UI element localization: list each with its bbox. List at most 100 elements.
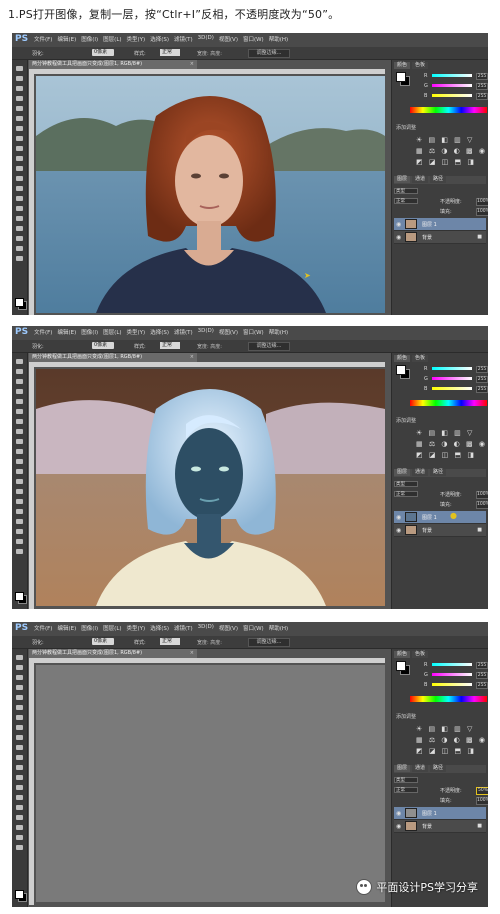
opacity-input[interactable]: 100% xyxy=(476,198,488,206)
pen-tool-icon[interactable] xyxy=(16,499,23,504)
marquee-tool-icon[interactable] xyxy=(16,369,23,374)
menu-filter[interactable]: 滤镜(T) xyxy=(174,35,193,43)
menu-help[interactable]: 帮助(H) xyxy=(269,328,288,336)
g-slider[interactable] xyxy=(432,84,472,87)
pen-tool-icon[interactable] xyxy=(16,206,23,211)
color-spectrum[interactable] xyxy=(410,696,487,702)
menu-layer[interactable]: 图层(L) xyxy=(103,624,121,632)
b-slider[interactable] xyxy=(432,683,472,686)
adjustment-icons-row2[interactable]: ▦ ⚖ ◑ ◐ ▩ ◉ xyxy=(416,736,487,744)
menu-image[interactable]: 图像(I) xyxy=(81,328,98,336)
tab-channels[interactable]: 通道 xyxy=(412,765,429,772)
stamp-tool-icon[interactable] xyxy=(16,439,23,444)
menu-layer[interactable]: 图层(L) xyxy=(103,328,121,336)
move-tool-icon[interactable] xyxy=(16,655,23,660)
menu-select[interactable]: 选择(S) xyxy=(150,35,169,43)
adjustment-icons-row2[interactable]: ▦ ⚖ ◑ ◐ ▩ ◉ xyxy=(416,440,487,448)
style-select[interactable]: 正常 xyxy=(160,638,180,645)
menu-3d[interactable]: 3D(D) xyxy=(198,328,214,336)
b-value[interactable]: 255 xyxy=(476,682,488,689)
r-value[interactable]: 255 xyxy=(476,366,488,373)
menu-image[interactable]: 图像(I) xyxy=(81,624,98,632)
tab-paths[interactable]: 路径 xyxy=(430,765,447,772)
lasso-tool-icon[interactable] xyxy=(16,379,23,384)
menu-view[interactable]: 视图(V) xyxy=(219,624,238,632)
adjustment-icons-row3[interactable]: ◩ ◪ ◫ ⬒ ◨ xyxy=(416,451,476,459)
marquee-tool-icon[interactable] xyxy=(16,76,23,81)
layer-row-layer1[interactable]: ◉ 图层 1 xyxy=(394,511,486,524)
fg-color-swatch[interactable] xyxy=(396,661,406,671)
g-slider[interactable] xyxy=(432,377,472,380)
hand-tool-icon[interactable] xyxy=(16,246,23,251)
document-tab[interactable]: 两分钟教程做工具把画面只变成(图层1, RGB/8#) × xyxy=(29,353,197,362)
layer-row-layer1[interactable]: ◉ 图层 1 xyxy=(394,218,486,231)
adjustment-icons-row1[interactable]: ☀ ▤ ◧ ▥ ▽ xyxy=(416,725,474,733)
eyedropper-tool-icon[interactable] xyxy=(16,705,23,710)
blend-mode-select[interactable]: 正常 xyxy=(394,787,418,793)
visibility-eye-icon[interactable]: ◉ xyxy=(396,221,401,228)
fill-input[interactable]: 100% xyxy=(476,208,488,216)
g-value[interactable]: 255 xyxy=(476,672,488,679)
refine-edge-button[interactable]: 调整边缘... xyxy=(248,49,290,58)
style-select[interactable]: 正常 xyxy=(160,342,180,349)
history-brush-tool-icon[interactable] xyxy=(16,156,23,161)
tab-channels[interactable]: 通道 xyxy=(412,469,429,476)
document-tab[interactable]: 两分钟教程做工具把画面只变成(图层1, RGB/8#) × xyxy=(29,60,197,69)
zoom-tool-icon[interactable] xyxy=(16,256,23,261)
menu-layer[interactable]: 图层(L) xyxy=(103,35,121,43)
type-tool-icon[interactable] xyxy=(16,216,23,221)
adjustment-icons-row1[interactable]: ☀ ▤ ◧ ▥ ▽ xyxy=(416,136,474,144)
brush-tool-icon[interactable] xyxy=(16,429,23,434)
brush-tool-icon[interactable] xyxy=(16,725,23,730)
menu-edit[interactable]: 编辑(E) xyxy=(57,35,76,43)
healing-tool-icon[interactable] xyxy=(16,419,23,424)
eyedropper-tool-icon[interactable] xyxy=(16,409,23,414)
adjustment-icons-row3[interactable]: ◩ ◪ ◫ ⬒ ◨ xyxy=(416,747,476,755)
marquee-tool-icon[interactable] xyxy=(16,665,23,670)
shape-tool-icon[interactable] xyxy=(16,825,23,830)
lasso-tool-icon[interactable] xyxy=(16,675,23,680)
adjustment-icons-row3[interactable]: ◩ ◪ ◫ ⬒ ◨ xyxy=(416,158,476,166)
healing-tool-icon[interactable] xyxy=(16,715,23,720)
crop-tool-icon[interactable] xyxy=(16,106,23,111)
tab-paths[interactable]: 路径 xyxy=(430,469,447,476)
move-tool-icon[interactable] xyxy=(16,66,23,71)
shape-tool-icon[interactable] xyxy=(16,236,23,241)
dodge-tool-icon[interactable] xyxy=(16,196,23,201)
type-tool-icon[interactable] xyxy=(16,805,23,810)
adjustment-icons-row2[interactable]: ▦ ⚖ ◑ ◐ ▩ ◉ xyxy=(416,147,487,155)
canvas-portrait-original[interactable] xyxy=(36,76,385,313)
menu-view[interactable]: 视图(V) xyxy=(219,35,238,43)
tab-swatches[interactable]: 色板 xyxy=(412,62,429,69)
menu-type[interactable]: 类型(Y) xyxy=(127,328,146,336)
path-select-tool-icon[interactable] xyxy=(16,519,23,524)
fg-color-swatch[interactable] xyxy=(396,365,406,375)
pen-tool-icon[interactable] xyxy=(16,795,23,800)
menu-edit[interactable]: 编辑(E) xyxy=(57,624,76,632)
layer-filter-kind[interactable]: 类型 xyxy=(394,777,418,783)
stamp-tool-icon[interactable] xyxy=(16,146,23,151)
fill-input[interactable]: 100% xyxy=(476,797,488,805)
visibility-eye-icon[interactable]: ◉ xyxy=(396,527,401,534)
menu-image[interactable]: 图像(I) xyxy=(81,35,98,43)
menu-help[interactable]: 帮助(H) xyxy=(269,624,288,632)
tab-channels[interactable]: 通道 xyxy=(412,176,429,183)
tab-color[interactable]: 颜色 xyxy=(394,651,411,658)
tab-swatches[interactable]: 色板 xyxy=(412,651,429,658)
menu-select[interactable]: 选择(S) xyxy=(150,328,169,336)
refine-edge-button[interactable]: 调整边缘... xyxy=(248,638,290,647)
menu-edit[interactable]: 编辑(E) xyxy=(57,328,76,336)
tab-layers[interactable]: 图层 xyxy=(394,469,411,476)
zoom-tool-icon[interactable] xyxy=(16,549,23,554)
color-spectrum[interactable] xyxy=(410,400,487,406)
style-select[interactable]: 正常 xyxy=(160,49,180,56)
opacity-input[interactable]: 50% xyxy=(476,787,488,795)
layer-row-background[interactable]: ◉ 背景 ■ xyxy=(394,524,486,537)
magic-wand-tool-icon[interactable] xyxy=(16,685,23,690)
tab-layers[interactable]: 图层 xyxy=(394,176,411,183)
menu-view[interactable]: 视图(V) xyxy=(219,328,238,336)
close-icon[interactable]: × xyxy=(190,649,194,658)
menu-3d[interactable]: 3D(D) xyxy=(198,35,214,43)
menu-3d[interactable]: 3D(D) xyxy=(198,624,214,632)
visibility-eye-icon[interactable]: ◉ xyxy=(396,823,401,830)
